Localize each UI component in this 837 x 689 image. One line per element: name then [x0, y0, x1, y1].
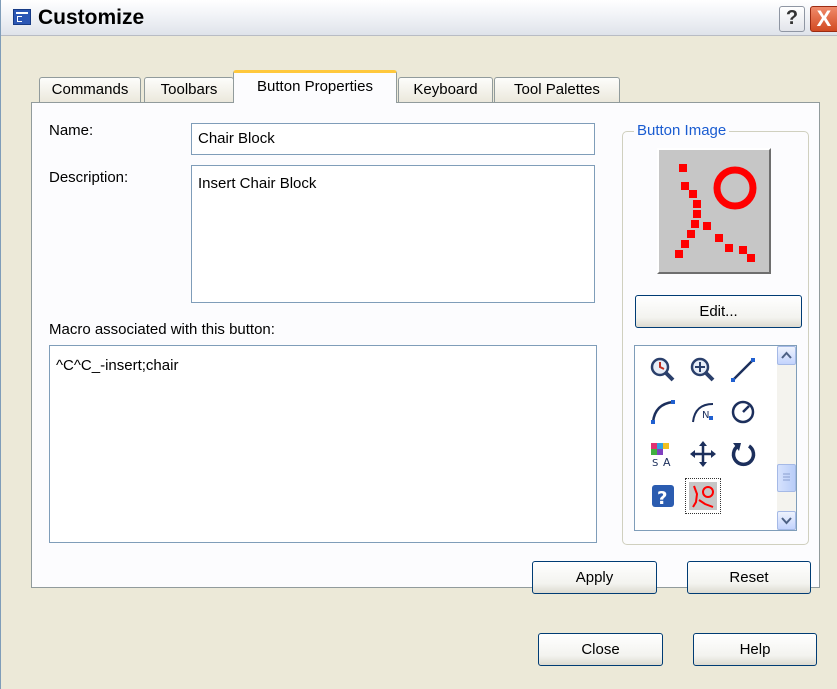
button-image-title: Button Image	[634, 122, 730, 139]
name-label: Name:	[49, 122, 94, 139]
svg-text:S: S	[652, 458, 658, 468]
tab-tool-palettes[interactable]: Tool Palettes	[494, 77, 620, 102]
scroll-up-button[interactable]	[777, 346, 796, 365]
button-image-list[interactable]: N SA ?	[634, 345, 797, 531]
macro-label: Macro associated with this button:	[49, 321, 275, 338]
window-title: Customize	[38, 6, 145, 29]
macro-field[interactable]: ^C^C_-insert;chair	[49, 345, 597, 543]
svg-text:N: N	[702, 410, 709, 421]
reset-button[interactable]: Reset	[687, 561, 811, 594]
svg-text:A: A	[663, 456, 671, 468]
dial-icon[interactable]	[725, 394, 761, 430]
title-help-button[interactable]: ?	[779, 6, 805, 32]
tab-toolbars[interactable]: Toolbars	[144, 77, 234, 102]
arc-icon[interactable]	[645, 394, 681, 430]
scroll-thumb[interactable]	[777, 464, 796, 492]
svg-text:?: ?	[657, 488, 667, 509]
icon-list-scrollbar[interactable]	[777, 346, 796, 530]
customize-dialog: Customize ? X Commands Toolbars Button P…	[0, 0, 837, 689]
name-field[interactable]: Chair Block	[191, 123, 595, 155]
zoom-in-icon[interactable]	[685, 352, 721, 388]
title-close-button[interactable]: X	[810, 6, 837, 32]
help-icon[interactable]: ?	[645, 478, 681, 514]
style-text-icon[interactable]: SA	[645, 436, 681, 472]
description-label: Description:	[49, 169, 129, 186]
tab-keyboard[interactable]: Keyboard	[398, 77, 493, 102]
zoom-realtime-icon[interactable]	[645, 352, 681, 388]
chair-block-icon[interactable]	[685, 478, 721, 514]
customize-app-icon	[13, 9, 31, 25]
arc-named-icon[interactable]: N	[685, 394, 721, 430]
apply-button[interactable]: Apply	[532, 561, 657, 594]
move-icon[interactable]	[685, 436, 721, 472]
close-button[interactable]: Close	[538, 633, 663, 666]
help-button[interactable]: Help	[693, 633, 817, 666]
button-image-preview	[657, 148, 771, 274]
grip-icon	[783, 473, 790, 481]
chair-block-preview-icon	[675, 164, 757, 262]
chevron-down-icon	[781, 517, 792, 525]
chevron-up-icon	[781, 351, 792, 359]
description-field[interactable]: Insert Chair Block	[191, 165, 595, 303]
edit-button-image-button[interactable]: Edit...	[635, 295, 802, 328]
tab-commands[interactable]: Commands	[39, 77, 141, 102]
scroll-down-button[interactable]	[777, 511, 796, 530]
tab-button-properties[interactable]: Button Properties	[233, 70, 397, 103]
rotate-icon[interactable]	[725, 436, 761, 472]
line-icon[interactable]	[725, 352, 761, 388]
title-bar[interactable]: Customize ? X	[1, 0, 837, 36]
